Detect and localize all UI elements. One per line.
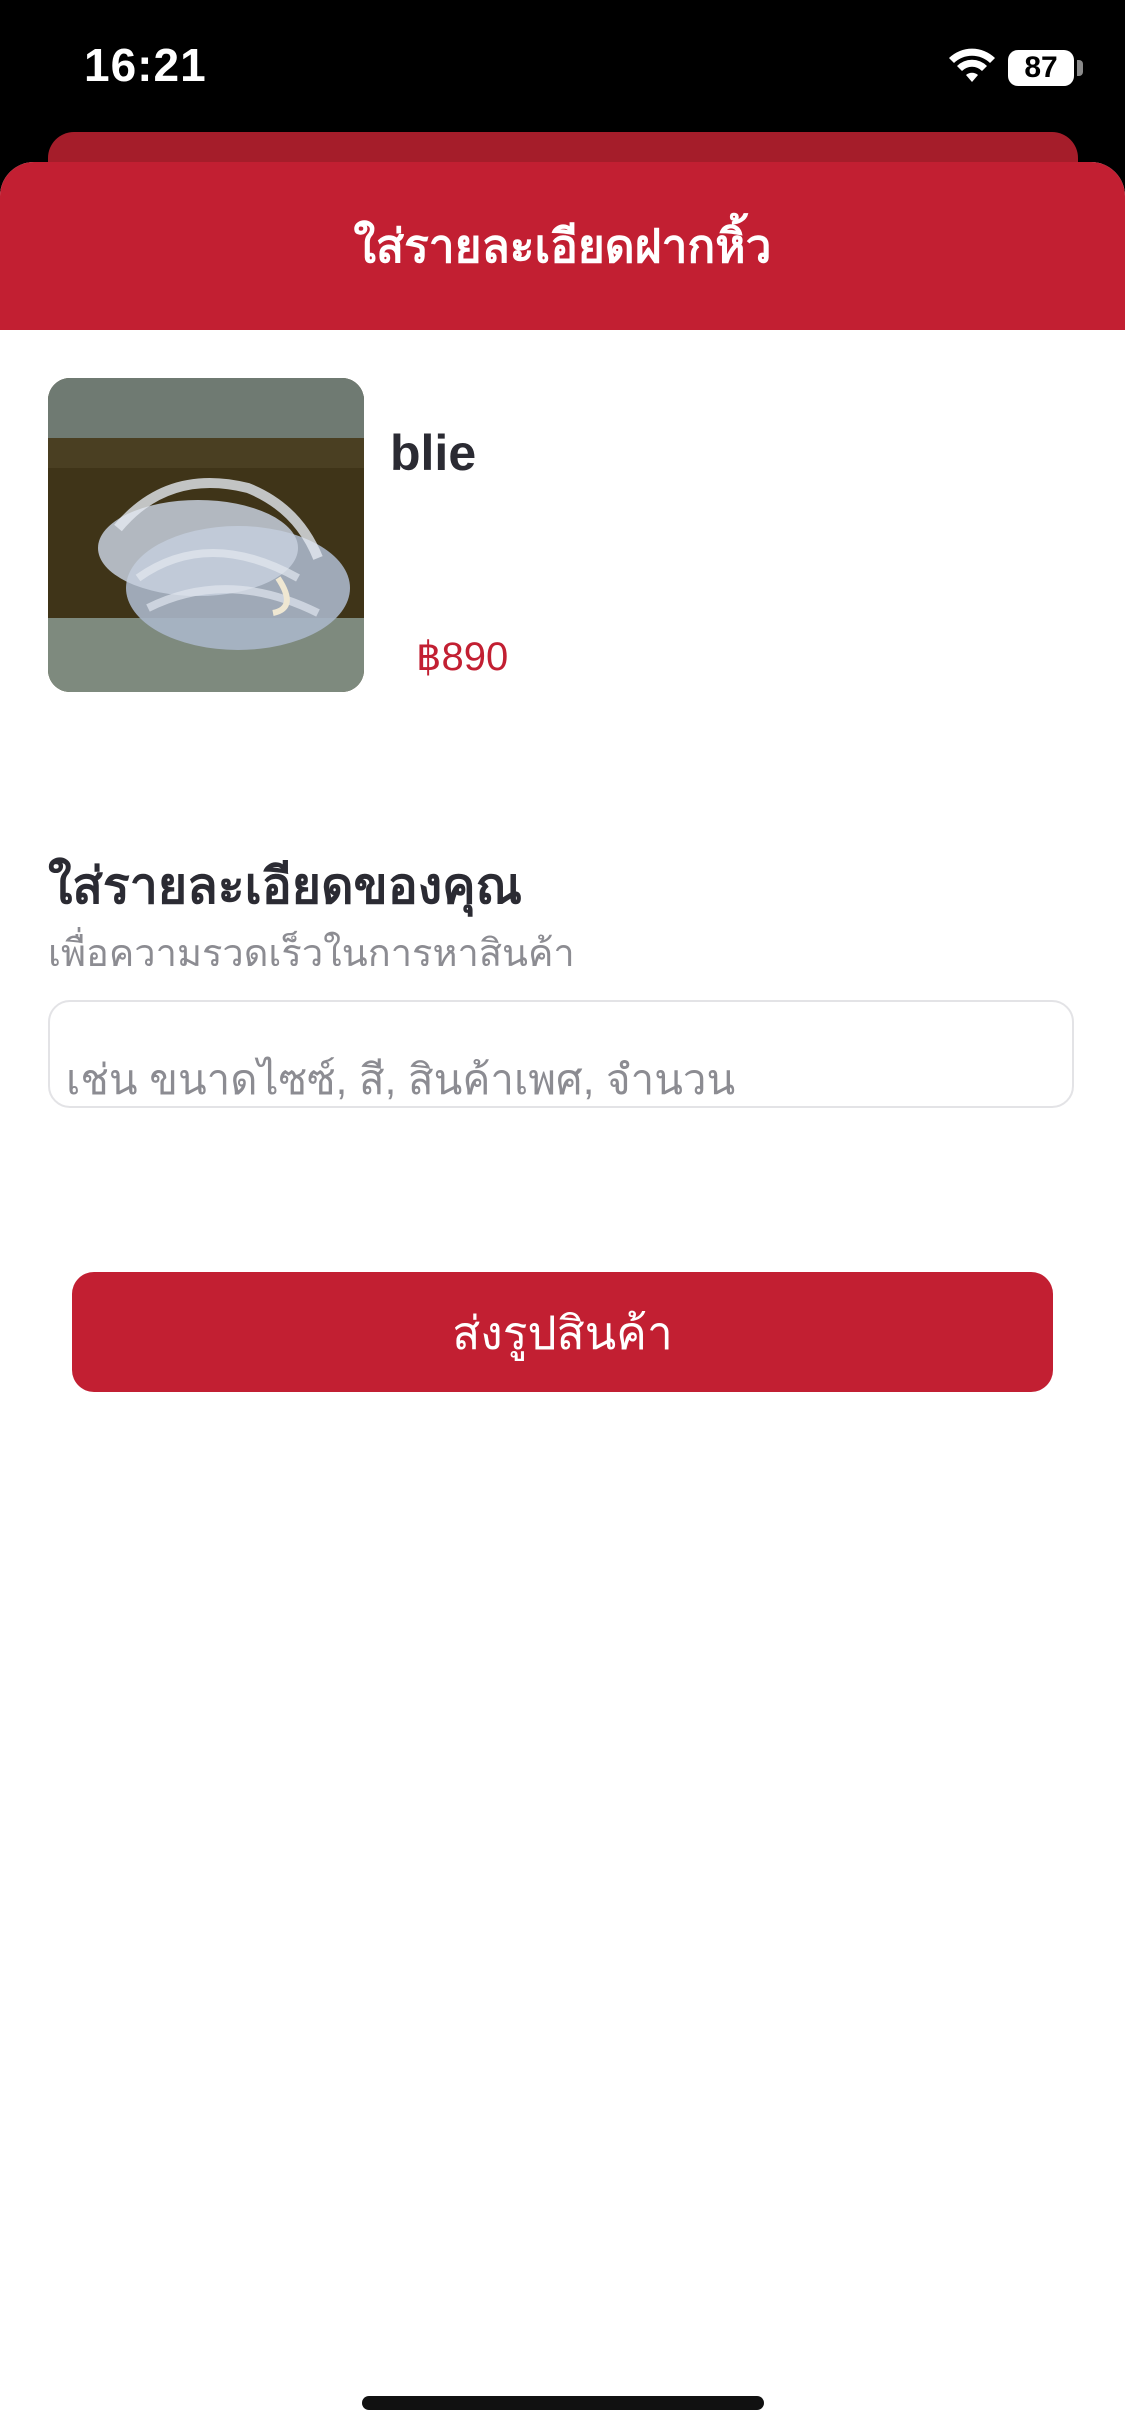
sandal-photo-icon bbox=[48, 378, 364, 692]
details-subtitle: เพื่อความรวดเร็วในการหาสินค้า bbox=[48, 933, 575, 975]
status-time: 16:21 bbox=[84, 39, 207, 91]
product-image bbox=[48, 378, 364, 692]
wifi-icon bbox=[949, 48, 995, 82]
sheet-header: ใส่รายละเอียดฝากหิ้ว bbox=[0, 162, 1125, 330]
product-price: ฿890 bbox=[416, 635, 509, 679]
page-title: ใส่รายละเอียดฝากหิ้ว bbox=[353, 220, 772, 272]
status-bar: 16:21 87 bbox=[0, 0, 1125, 132]
battery-icon: 87 bbox=[1008, 50, 1074, 86]
details-input[interactable] bbox=[48, 1000, 1074, 1108]
product-name: blie bbox=[390, 425, 477, 481]
send-product-image-button[interactable]: ส่งรูปสินค้า bbox=[72, 1272, 1053, 1392]
battery-tip bbox=[1077, 60, 1083, 76]
details-title: ใส่รายละเอียดของคุณ bbox=[48, 858, 522, 914]
detail-sheet: ใส่รายละเอียดฝากหิ้ว blie ฿890 ใส่รายละเ… bbox=[0, 162, 1125, 2436]
home-indicator[interactable] bbox=[362, 2396, 764, 2410]
